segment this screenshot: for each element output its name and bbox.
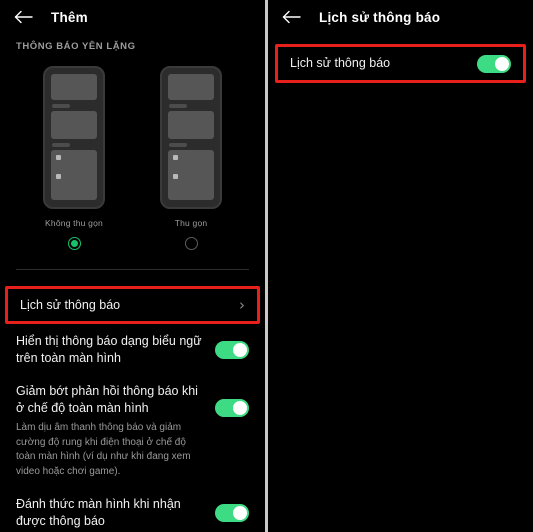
notification-style-options: Không thu gọn Thu gọn xyxy=(0,66,265,250)
back-arrow-icon[interactable] xyxy=(14,7,34,27)
mockup-pill xyxy=(169,104,187,108)
mockup-block-mid xyxy=(168,111,214,139)
option-label: Thu gọn xyxy=(174,218,208,228)
page-title: Lịch sử thông báo xyxy=(319,9,441,25)
row-reduce-notification-feedback[interactable]: Giảm bớt phản hồi thông báo khi ở chế độ… xyxy=(0,383,265,479)
mockup-block-top xyxy=(168,74,214,100)
back-arrow-icon[interactable] xyxy=(282,7,302,27)
radio-not-collapsed[interactable] xyxy=(67,237,81,250)
row-show-banner-notifications[interactable]: Hiển thị thông báo dạng biểu ngữ trên to… xyxy=(0,331,265,367)
row-title: Hiển thị thông báo dạng biểu ngữ trên to… xyxy=(16,334,202,365)
toggle-wake-screen-on-notification[interactable] xyxy=(215,504,249,522)
row-notification-history-toggle[interactable]: Lịch sử thông báo xyxy=(275,44,526,83)
row-wake-screen-on-notification[interactable]: Đánh thức màn hình khi nhận được thông b… xyxy=(0,495,265,531)
screenshot-root: Thêm THÔNG BÁO YÊN LẶNG Không thu gọn Th… xyxy=(0,0,533,532)
row-text: Lịch sử thông báo xyxy=(290,55,477,72)
toggle-reduce-notification-feedback[interactable] xyxy=(215,399,249,417)
mockup-block-mid xyxy=(51,111,97,139)
mockup-dot xyxy=(173,155,178,160)
row-title: Đánh thức màn hình khi nhận được thông b… xyxy=(16,497,181,528)
right-appbar: Lịch sử thông báo xyxy=(268,0,533,34)
left-appbar: Thêm xyxy=(0,0,265,34)
mockup-block-bottom xyxy=(51,150,97,200)
toggle-show-banner-notifications[interactable] xyxy=(215,341,249,359)
mockup-block-top xyxy=(51,74,97,100)
mockup-pill xyxy=(52,104,70,108)
page-title: Thêm xyxy=(51,9,88,25)
row-text: Giảm bớt phản hồi thông báo khi ở chế độ… xyxy=(16,383,215,479)
row-notification-history[interactable]: Lịch sử thông báo › xyxy=(5,286,260,324)
mockup-dot xyxy=(56,174,61,179)
toggle-notification-history[interactable] xyxy=(477,54,511,73)
phone-mockup-preview xyxy=(160,66,222,209)
mockup-pill xyxy=(169,143,187,147)
option-label: Không thu gọn xyxy=(45,218,103,228)
mockup-dot xyxy=(56,155,61,160)
mockup-dot xyxy=(173,174,178,179)
section-header-silent-notifications: THÔNG BÁO YÊN LẶNG xyxy=(16,41,136,52)
phone-mockup-preview xyxy=(43,66,105,209)
mockup-block-bottom xyxy=(168,150,214,200)
option-collapsed[interactable]: Thu gọn xyxy=(160,66,222,250)
right-panel-notification-history: Lịch sử thông báo Lịch sử thông báo xyxy=(268,0,533,532)
settings-list: Hiển thị thông báo dạng biểu ngữ trên to… xyxy=(0,331,265,531)
row-title: Lịch sử thông báo xyxy=(20,297,121,312)
mockup-pill xyxy=(52,143,70,147)
option-not-collapsed[interactable]: Không thu gọn xyxy=(43,66,105,250)
row-text: Đánh thức màn hình khi nhận được thông b… xyxy=(16,496,215,530)
left-panel-more-settings: Thêm THÔNG BÁO YÊN LẶNG Không thu gọn Th… xyxy=(0,0,265,532)
row-title: Giảm bớt phản hồi thông báo khi ở chế độ… xyxy=(16,384,198,415)
row-subtitle: Làm dịu âm thanh thông báo và giảm cường… xyxy=(16,422,191,477)
divider xyxy=(16,269,249,270)
chevron-right-icon: › xyxy=(239,295,245,314)
row-text: Hiển thị thông báo dạng biểu ngữ trên to… xyxy=(16,333,215,367)
row-title: Lịch sử thông báo xyxy=(290,56,391,70)
radio-collapsed[interactable] xyxy=(184,237,198,250)
row-text: Lịch sử thông báo xyxy=(20,297,239,314)
